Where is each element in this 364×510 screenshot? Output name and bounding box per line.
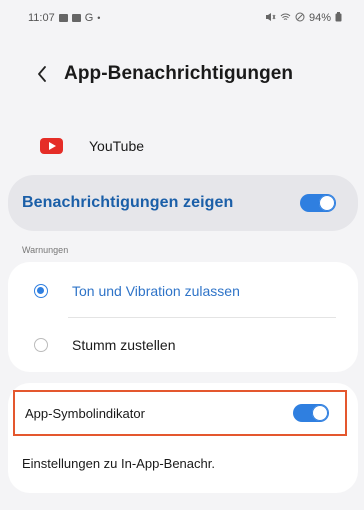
mute-icon	[265, 12, 276, 25]
in-app-notification-settings[interactable]: Einstellungen zu In-App-Benachr.	[22, 456, 215, 471]
show-notifications-label: Benachrichtigungen zeigen	[22, 194, 234, 211]
email-notification-icon	[71, 14, 81, 22]
status-time: 11:07	[28, 12, 55, 24]
status-left: 11:07 G •	[28, 12, 100, 24]
google-notification-icon: G	[84, 12, 94, 24]
battery-icon	[335, 11, 342, 25]
header: App-Benachrichtigungen	[0, 54, 364, 94]
divider	[68, 317, 336, 318]
status-right: 94%	[265, 11, 342, 25]
app-name: YouTube	[89, 138, 145, 154]
option-silent[interactable]: Stumm zustellen	[8, 320, 358, 370]
radio-sound-vibration[interactable]	[34, 284, 48, 298]
app-badge-row[interactable]: App-Symbolindikator	[13, 390, 347, 436]
page-title: App-Benachrichtigungen	[64, 63, 294, 84]
app-badge-label: App-Symbolindikator	[25, 405, 145, 421]
app-badge-toggle[interactable]	[293, 404, 329, 422]
back-arrow-icon[interactable]	[30, 62, 54, 86]
radio-silent[interactable]	[34, 338, 48, 352]
app-info-row: YouTube	[0, 126, 364, 166]
option-label: Stumm zustellen	[72, 337, 176, 353]
alert-options-card: Ton und Vibration zulassen Stumm zustell…	[8, 262, 358, 372]
status-more-dot: •	[97, 13, 101, 23]
youtube-icon	[40, 138, 63, 154]
option-sound-vibration[interactable]: Ton und Vibration zulassen	[8, 266, 358, 316]
do-not-disturb-icon	[295, 12, 305, 25]
section-label-warnings: Warnungen	[22, 245, 69, 255]
gallery-notification-icon	[58, 14, 68, 22]
show-notifications-row[interactable]: Benachrichtigungen zeigen	[8, 175, 358, 231]
status-bar: 11:07 G • 94%	[0, 0, 364, 36]
option-label: Ton und Vibration zulassen	[72, 283, 240, 299]
wifi-icon	[280, 12, 291, 25]
show-notifications-toggle[interactable]	[300, 194, 336, 212]
battery-percent: 94%	[308, 12, 331, 24]
